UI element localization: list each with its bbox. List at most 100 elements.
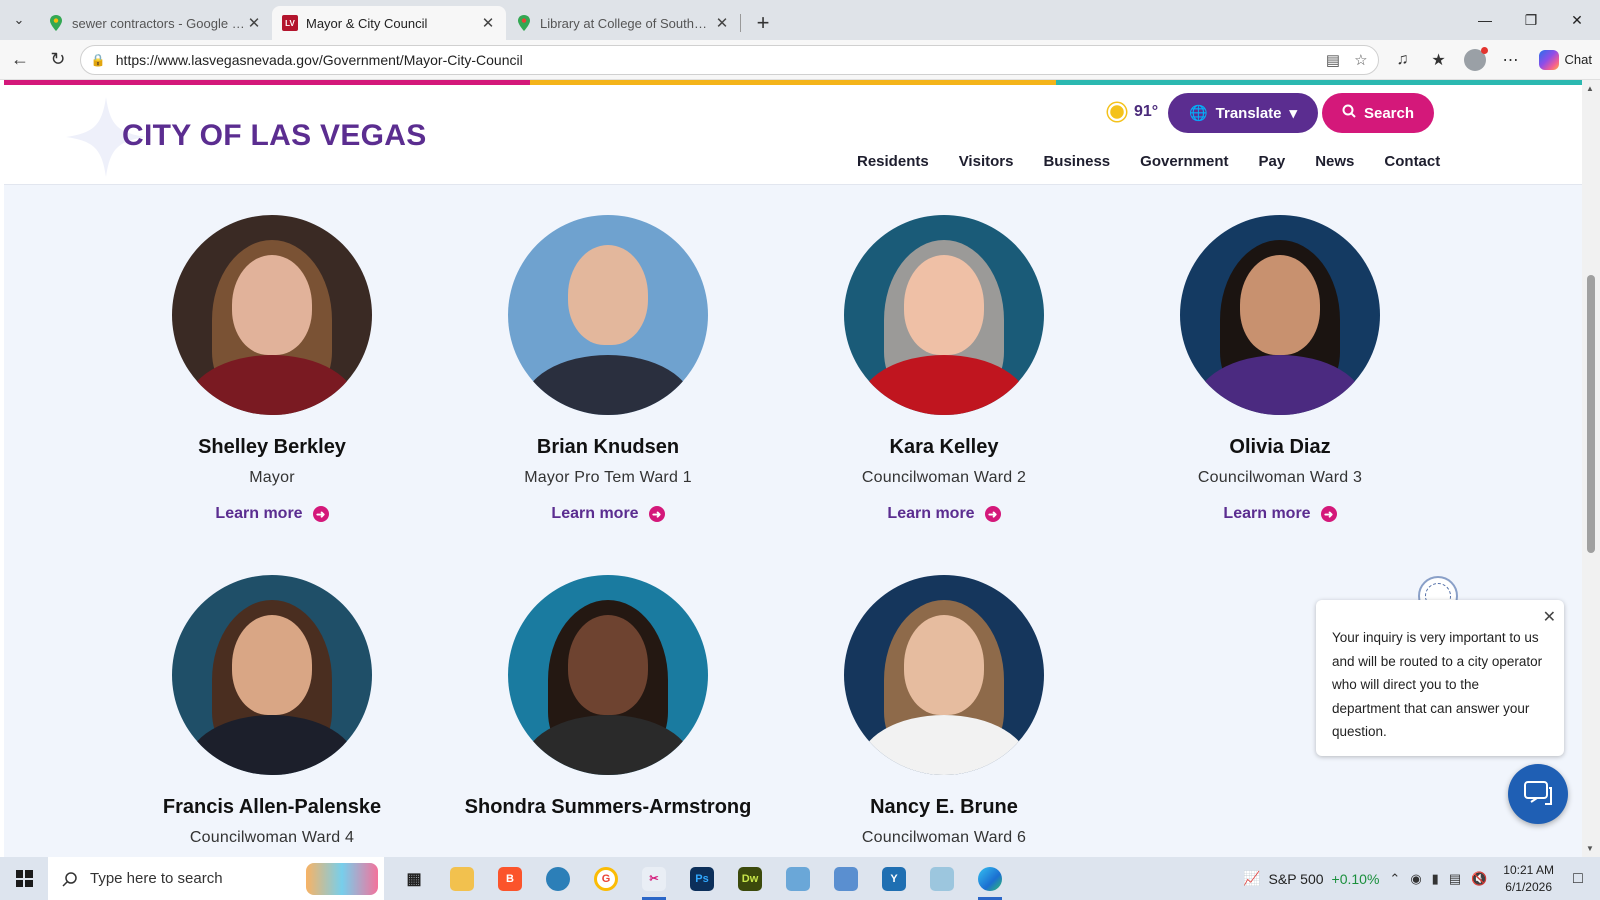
- tab-library-csn[interactable]: Library at College of Southern Nev ✕: [506, 6, 740, 40]
- new-tab-plus-icon[interactable]: +: [745, 6, 781, 40]
- learn-more-link[interactable]: Learn more ➜: [215, 505, 329, 523]
- minimize-icon[interactable]: —: [1462, 0, 1508, 40]
- favorite-star-icon[interactable]: ☆: [1354, 51, 1367, 69]
- more-options-icon[interactable]: ⋯: [1495, 44, 1527, 76]
- volume-muted-icon[interactable]: 🔇: [1471, 871, 1487, 887]
- maps-pin-icon: [516, 15, 532, 31]
- translate-button[interactable]: 🌐 Translate ▾: [1168, 93, 1318, 133]
- url-text[interactable]: https://www.lasvegasnevada.gov/Governmen…: [116, 52, 1326, 68]
- tab-list-chevron-icon[interactable]: ⌄: [0, 0, 38, 40]
- member-role: Councilwoman Ward 4: [189, 829, 355, 846]
- restore-icon[interactable]: ❐: [1508, 0, 1554, 40]
- lv-favicon-text: LV: [282, 15, 298, 31]
- copilot-chat-button[interactable]: Chat: [1531, 49, 1600, 70]
- nav-residents[interactable]: Residents: [842, 153, 944, 170]
- stock-widget[interactable]: 📈 S&P 500 +0.10%: [1243, 870, 1379, 887]
- learn-more-label: Learn more: [1223, 505, 1311, 522]
- dreamweaver-icon[interactable]: Dw: [726, 857, 774, 900]
- page-scrollbar[interactable]: ▲ ▼: [1582, 80, 1600, 857]
- notification-center-icon[interactable]: □: [1564, 870, 1592, 888]
- member-role: Mayor: [249, 469, 295, 486]
- learn-more-link[interactable]: Learn more ➜: [551, 505, 665, 523]
- site-logo[interactable]: CITY OF LAS VEGAS: [122, 119, 427, 153]
- member-name: Shelley Berkley: [198, 436, 346, 458]
- remote-desktop-icon[interactable]: [822, 857, 870, 900]
- app-icon[interactable]: [534, 857, 582, 900]
- battery-icon[interactable]: ▮: [1432, 871, 1439, 887]
- chat-launcher-button[interactable]: [1508, 764, 1568, 824]
- search-label: Search: [1363, 104, 1415, 122]
- avatar: [1463, 46, 1488, 71]
- nav-government[interactable]: Government: [1125, 153, 1243, 170]
- windows-taskbar: Type here to search ▦ B G ✂ Ps Dw Y 📈 S&…: [0, 857, 1600, 900]
- tab-mayor-city-council[interactable]: LV Mayor & City Council ✕: [272, 6, 506, 40]
- network-tool-icon[interactable]: Y: [870, 857, 918, 900]
- arrow-right-icon: ➜: [1320, 506, 1337, 522]
- windows-start-button[interactable]: [0, 857, 48, 900]
- council-member-card: Francis Allen-Palenske Councilwoman Ward…: [122, 575, 422, 847]
- chrome-icon[interactable]: G: [582, 857, 630, 900]
- network-icon[interactable]: ▤: [1449, 871, 1461, 887]
- weather-widget[interactable]: 91°: [1108, 103, 1158, 121]
- meet-now-icon[interactable]: ◉: [1410, 871, 1421, 887]
- member-photo: [508, 575, 708, 775]
- notepad-icon[interactable]: [918, 857, 966, 900]
- nav-news[interactable]: News: [1300, 153, 1369, 170]
- browser-tab-bar: ⌄ sewer contractors - Google Maps ✕ LV M…: [0, 0, 1600, 40]
- clock[interactable]: 10:21 AM 6/1/2026: [1503, 862, 1554, 896]
- page-content: CITY OF LAS VEGAS 91° 🌐 Translate ▾ Sear…: [4, 80, 1582, 857]
- member-name: Nancy E. Brune: [870, 796, 1018, 818]
- tab-google-maps[interactable]: sewer contractors - Google Maps ✕: [38, 6, 272, 40]
- council-member-card: Olivia Diaz Councilwoman Ward 3 Learn mo…: [1130, 215, 1430, 523]
- edge-browser-icon[interactable]: [966, 857, 1014, 900]
- file-explorer-icon[interactable]: [438, 857, 486, 900]
- photoshop-icon[interactable]: Ps: [678, 857, 726, 900]
- nav-pay[interactable]: Pay: [1244, 153, 1301, 170]
- close-tab-icon[interactable]: ✕: [714, 15, 730, 32]
- taskbar-search-box[interactable]: Type here to search: [48, 857, 384, 900]
- media-control-icon[interactable]: ♫: [1387, 44, 1419, 76]
- site-header: CITY OF LAS VEGAS 91° 🌐 Translate ▾ Sear…: [4, 85, 1582, 185]
- chat-bubble-icon: [1524, 781, 1552, 805]
- close-popup-icon[interactable]: ✕: [1543, 606, 1556, 630]
- council-member-card: Shelley Berkley Mayor Learn more ➜: [122, 215, 422, 523]
- council-member-card: Nancy E. Brune Councilwoman Ward 6: [794, 575, 1094, 847]
- copilot-icon: [1538, 49, 1559, 70]
- member-photo: [508, 215, 708, 415]
- address-toolbar: ← ↻ 🔒 https://www.lasvegasnevada.gov/Gov…: [0, 40, 1600, 80]
- nav-business[interactable]: Business: [1028, 153, 1125, 170]
- member-role: Councilwoman Ward 2: [861, 469, 1027, 486]
- address-bar[interactable]: 🔒 https://www.lasvegasnevada.gov/Governm…: [79, 44, 1379, 75]
- globe-icon: 🌐: [1188, 105, 1208, 122]
- brave-browser-icon[interactable]: B: [486, 857, 534, 900]
- member-photo: [172, 575, 372, 775]
- reader-mode-icon[interactable]: ▤: [1326, 51, 1340, 69]
- learn-more-link[interactable]: Learn more ➜: [1223, 505, 1337, 523]
- tab-title: Mayor & City Council: [306, 15, 428, 31]
- snipping-tool-icon[interactable]: ✂: [630, 857, 678, 900]
- learn-more-link[interactable]: Learn more ➜: [887, 505, 1001, 523]
- scroll-down-icon[interactable]: ▼: [1586, 844, 1594, 853]
- refresh-icon[interactable]: ↻: [40, 44, 76, 76]
- stock-label: S&P 500: [1268, 870, 1324, 887]
- scroll-thumb[interactable]: [1587, 275, 1595, 553]
- tab-title: sewer contractors - Google Maps: [72, 15, 246, 31]
- control-panel-icon[interactable]: [774, 857, 822, 900]
- scroll-up-icon[interactable]: ▲: [1586, 84, 1594, 93]
- council-member-card: Brian Knudsen Mayor Pro Tem Ward 1 Learn…: [458, 215, 758, 523]
- site-search-button[interactable]: Search: [1322, 93, 1434, 133]
- task-view-icon[interactable]: ▦: [390, 857, 438, 900]
- close-window-icon[interactable]: ✕: [1554, 0, 1600, 40]
- back-arrow-icon[interactable]: ←: [2, 44, 38, 76]
- nav-contact[interactable]: Contact: [1369, 153, 1455, 170]
- learn-more-label: Learn more: [887, 505, 975, 522]
- favorites-icon[interactable]: ★: [1423, 44, 1455, 76]
- close-tab-icon[interactable]: ✕: [480, 15, 496, 32]
- profile-avatar[interactable]: [1459, 44, 1491, 76]
- nav-visitors[interactable]: Visitors: [944, 153, 1029, 170]
- close-tab-icon[interactable]: ✕: [246, 15, 262, 32]
- chevron-up-icon[interactable]: ⌃: [1389, 871, 1400, 887]
- member-name: Brian Knudsen: [536, 436, 680, 458]
- taskbar-apps: ▦ B G ✂ Ps Dw Y: [390, 857, 1014, 900]
- council-member-card: Kara Kelley Councilwoman Ward 2 Learn mo…: [794, 215, 1094, 523]
